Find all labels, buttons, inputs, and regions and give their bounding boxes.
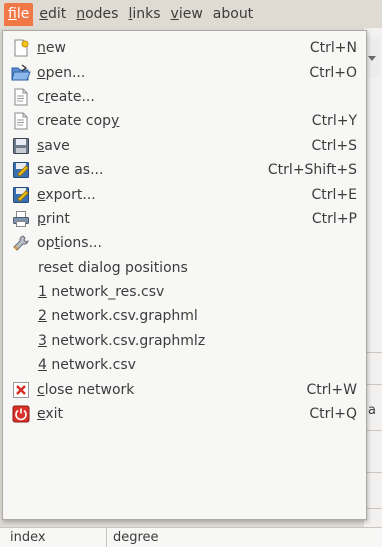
table-header-row: index degree (0, 527, 382, 547)
menu-item-label: reset dialog positions (38, 259, 188, 276)
menu-label: iew (178, 5, 203, 22)
background-partial-text: a (368, 403, 376, 418)
menu-item-label: 2 network.csv.graphml (38, 308, 198, 325)
menu-item-create[interactable]: create... (3, 85, 366, 109)
menu-label: odes (85, 5, 119, 22)
menu-item-save-as[interactable]: save as... Ctrl+Shift+S (3, 158, 366, 182)
export-icon (11, 186, 31, 204)
menu-item-recent-file-4[interactable]: 4 network.csv (3, 353, 366, 377)
menu-item-label: create... (37, 88, 95, 105)
wrench-icon (11, 234, 31, 252)
save-disk-icon (11, 137, 31, 155)
new-document-icon (11, 39, 31, 57)
menu-view[interactable]: view (167, 3, 207, 26)
menu-item-label: 3 network.csv.graphmlz (38, 332, 206, 349)
divider (366, 508, 382, 509)
mnemonic: n (76, 5, 86, 22)
menu-item-label: 1 network_res.csv (38, 284, 165, 301)
save-as-icon (11, 161, 31, 179)
menu-item-recent-file-1[interactable]: 1 network_res.csv (3, 280, 366, 304)
menu-item-label: print (37, 210, 70, 227)
menu-item-print[interactable]: print Ctrl+P (3, 207, 366, 231)
menubar: file edit nodes links view about (0, 0, 382, 28)
shortcut-label: Ctrl+Q (309, 406, 357, 423)
mnemonic: e (39, 5, 48, 22)
menu-item-label: close network (37, 381, 135, 398)
shortcut-label: Ctrl+E (311, 186, 358, 203)
document-icon (11, 112, 31, 130)
printer-icon (11, 210, 31, 228)
menu-item-label: save as... (37, 162, 104, 179)
menu-item-open[interactable]: open... Ctrl+O (3, 60, 366, 84)
menu-item-label: options... (37, 235, 102, 252)
menu-item-exit[interactable]: exit Ctrl+Q (3, 402, 366, 426)
document-icon (11, 88, 31, 106)
chevron-down-icon (368, 56, 376, 61)
menu-item-recent-file-3[interactable]: 3 network.csv.graphmlz (3, 329, 366, 353)
menu-item-label: save (37, 137, 70, 154)
menu-item-label: export... (37, 186, 96, 203)
divider (366, 384, 382, 385)
menu-nodes[interactable]: nodes (72, 3, 122, 26)
open-folder-icon (11, 64, 31, 82)
menu-edit[interactable]: edit (35, 3, 70, 26)
shortcut-label: Ctrl+S (311, 137, 357, 154)
shortcut-label: Ctrl+N (309, 40, 357, 57)
close-icon (11, 381, 31, 399)
shortcut-label: Ctrl+Y (311, 113, 357, 130)
file-menu-dropdown: new Ctrl+N open... Ctrl+O create... crea… (2, 30, 367, 520)
menu-label: dit (47, 5, 67, 22)
column-header-index[interactable]: index (0, 528, 107, 547)
menu-label: ile (16, 5, 30, 22)
menu-item-reset-dialog-positions[interactable]: reset dialog positions (3, 256, 366, 280)
menu-item-label: 4 network.csv (38, 357, 136, 374)
shortcut-label: Ctrl+O (309, 64, 357, 81)
shortcut-label: Ctrl+P (311, 210, 357, 227)
shortcut-label: Ctrl+W (306, 381, 357, 398)
menu-item-label: exit (37, 406, 64, 423)
shortcut-label: Ctrl+Shift+S (267, 162, 357, 179)
menu-about[interactable]: about (209, 3, 257, 26)
menu-file[interactable]: file (4, 2, 34, 26)
menu-item-export[interactable]: export... Ctrl+E (3, 182, 366, 206)
mnemonic: v (170, 5, 179, 22)
menu-item-close-network[interactable]: close network Ctrl+W (3, 377, 366, 401)
mnemonic: f (8, 5, 17, 22)
menu-item-label: new (37, 40, 66, 57)
menu-item-save[interactable]: save Ctrl+S (3, 134, 366, 158)
divider (366, 352, 382, 353)
menu-item-recent-file-2[interactable]: 2 network.csv.graphml (3, 304, 366, 328)
menu-item-label: create copy (37, 113, 120, 130)
menu-label: about (212, 5, 254, 22)
exit-icon (11, 405, 31, 423)
menu-item-new[interactable]: new Ctrl+N (3, 36, 366, 60)
divider (366, 430, 382, 431)
menu-item-options[interactable]: options... (3, 231, 366, 255)
menu-links[interactable]: links (124, 3, 164, 26)
divider (366, 472, 382, 473)
column-header-degree[interactable]: degree (103, 528, 159, 547)
menu-item-label: open... (37, 64, 86, 81)
menu-item-create-copy[interactable]: create copy Ctrl+Y (3, 109, 366, 133)
menu-label: inks (132, 5, 161, 22)
